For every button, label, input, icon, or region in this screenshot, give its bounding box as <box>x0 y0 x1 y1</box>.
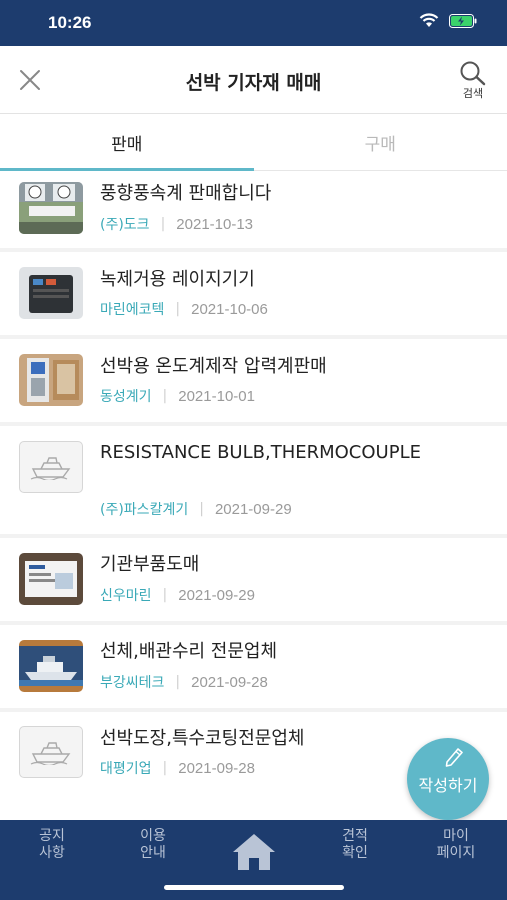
listing-company: 마린에코텍 <box>100 302 165 318</box>
nav-mypage-line2: 페이지 <box>436 845 476 861</box>
listing-title: 선체,배관수리 전문업체 <box>100 641 278 662</box>
listing-thumbnail <box>19 553 83 605</box>
nav-guide-line1: 이용 <box>140 828 166 844</box>
listing-meta: 마린에코텍 | 2021-10-06 <box>100 299 268 319</box>
listing-date: 2021-09-28 <box>191 673 268 691</box>
listing-meta: 동성계기 | 2021-10-01 <box>100 386 255 406</box>
tab-bar: 판매 구매 <box>0 115 507 171</box>
tab-sell[interactable]: 판매 <box>0 115 254 171</box>
photo-laser-device <box>19 267 83 319</box>
nav-quote-line2: 확인 <box>342 845 368 861</box>
search-button[interactable]: 검색 <box>455 60 491 101</box>
tab-sell-label: 판매 <box>111 135 143 155</box>
ship-placeholder-icon <box>30 457 71 480</box>
meta-separator: | <box>162 388 168 404</box>
list-item[interactable]: 기관부품도매 신우마린 | 2021-09-29 <box>0 538 507 621</box>
nav-mypage-line1: 마이 <box>443 828 469 844</box>
nav-guide[interactable]: 이용 안내 <box>113 828 193 862</box>
listing-company: (주)도크 <box>100 217 150 233</box>
status-bar: 10:26 <box>0 0 507 46</box>
photo-business-card <box>19 553 83 605</box>
listing-title: 풍향풍속계 판매합니다 <box>100 183 272 204</box>
listing-title: 기관부품도매 <box>100 554 200 575</box>
meta-separator: | <box>162 587 168 603</box>
list-item[interactable]: 풍향풍속계 판매합니다 (주)도크 | 2021-10-13 <box>0 172 507 248</box>
home-indicator <box>164 885 344 890</box>
meta-separator: | <box>162 760 168 776</box>
listing-meta: 대평기업 | 2021-09-28 <box>100 758 255 778</box>
listing-date: 2021-10-06 <box>191 300 268 318</box>
listing-company: 동성계기 <box>100 389 152 405</box>
wifi-icon <box>419 13 439 27</box>
listing-meta: (주)도크 | 2021-10-13 <box>100 214 253 234</box>
nav-notice-line1: 공지 <box>39 828 65 844</box>
listing-thumbnail <box>19 182 83 234</box>
list-item[interactable]: 선박용 온도계제작 압력계판매 동성계기 | 2021-10-01 <box>0 339 507 422</box>
meta-separator: | <box>199 501 204 517</box>
listing-title: 선박용 온도계제작 압력계판매 <box>100 356 327 377</box>
listing-title: RESISTANCE BULB,THERMOCOUPLE <box>100 442 421 463</box>
list-item[interactable]: RESISTANCE BULB,THERMOCOUPLE (주)파스칼계기 | … <box>0 426 507 534</box>
listing-company: 대평기업 <box>100 761 152 777</box>
listing-thumbnail <box>19 726 83 778</box>
list-item[interactable]: 녹제거용 레이지기기 마린에코텍 | 2021-10-06 <box>0 252 507 335</box>
list-item[interactable]: 선체,배관수리 전문업체 부강씨테크 | 2021-09-28 <box>0 625 507 708</box>
write-post-button[interactable]: 작성하기 <box>407 738 489 820</box>
write-post-label: 작성하기 <box>418 776 478 795</box>
photo-wind-gauges <box>19 182 83 234</box>
nav-home[interactable] <box>230 830 278 874</box>
listing-company: (주)파스칼계기 <box>100 502 189 518</box>
listing-list[interactable]: 풍향풍속계 판매합니다 (주)도크 | 2021-10-13 녹제거용 레이지기… <box>0 172 507 820</box>
search-icon <box>460 61 486 86</box>
battery-charging-icon <box>449 13 477 28</box>
listing-company: 신우마린 <box>100 588 152 604</box>
tab-buy-label: 구매 <box>364 135 396 155</box>
nav-quote-line1: 견적 <box>342 828 368 844</box>
listing-meta: 신우마린 | 2021-09-29 <box>100 585 255 605</box>
home-icon <box>233 834 275 870</box>
meta-separator: | <box>175 301 181 317</box>
nav-notice[interactable]: 공지 사항 <box>12 828 92 862</box>
listing-thumbnail <box>19 441 83 493</box>
app-header: 선박 기자재 매매 검색 <box>0 46 507 114</box>
listing-company: 부강씨테크 <box>100 675 165 691</box>
listing-date: 2021-10-13 <box>176 215 254 233</box>
listing-meta: 부강씨테크 | 2021-09-28 <box>100 672 268 692</box>
nav-mypage[interactable]: 마이 페이지 <box>416 828 496 862</box>
listing-date: 2021-09-29 <box>178 586 255 604</box>
listing-meta: (주)파스칼계기 | 2021-09-29 <box>100 499 292 519</box>
nav-notice-line2: 사항 <box>39 845 65 861</box>
listing-date: 2021-10-01 <box>178 387 255 405</box>
listing-thumbnail <box>19 267 83 319</box>
listing-date: 2021-09-29 <box>214 500 292 518</box>
listing-title: 녹제거용 레이지기기 <box>100 269 255 290</box>
active-tab-indicator <box>0 168 254 171</box>
pencil-icon <box>445 748 463 767</box>
photo-ship-banner <box>19 640 83 692</box>
meta-separator: | <box>175 674 181 690</box>
listing-thumbnail <box>19 354 83 406</box>
listing-thumbnail <box>19 640 83 692</box>
nav-guide-line2: 안내 <box>140 845 166 861</box>
search-label: 검색 <box>462 87 484 100</box>
tab-buy[interactable]: 구매 <box>254 115 507 170</box>
nav-quote[interactable]: 견적 확인 <box>315 828 395 862</box>
ship-placeholder-icon <box>30 742 71 765</box>
status-icons <box>419 13 477 28</box>
meta-separator: | <box>160 216 166 232</box>
status-time: 10:26 <box>48 13 92 32</box>
photo-shop-front <box>19 354 83 406</box>
page-title: 선박 기자재 매매 <box>185 72 322 94</box>
listing-date: 2021-09-28 <box>178 759 255 777</box>
